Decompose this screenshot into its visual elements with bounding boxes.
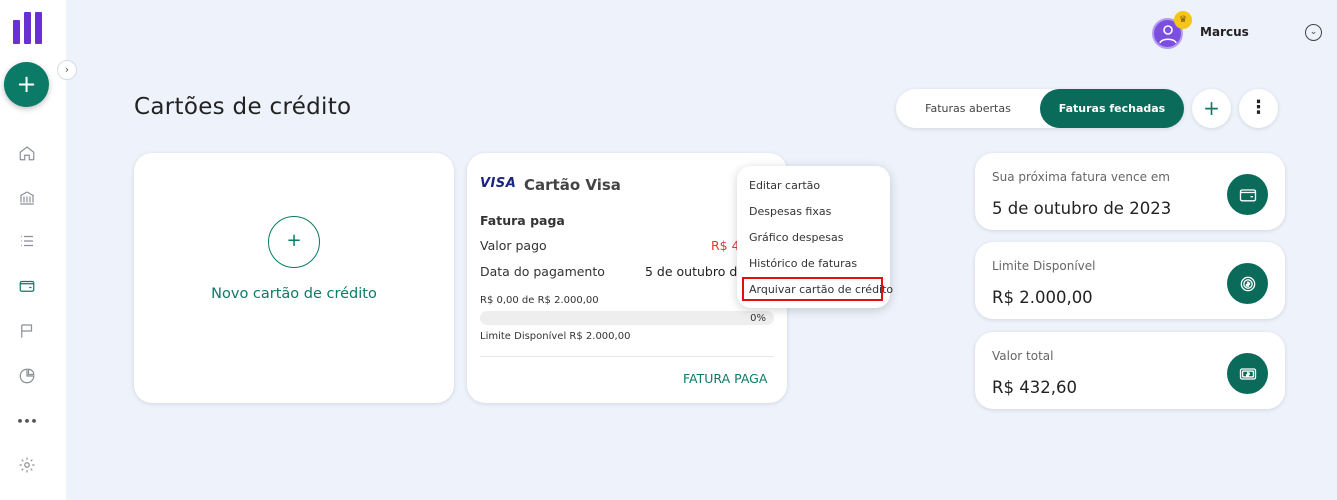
total-value-amount: R$ 432,60 [992, 378, 1077, 397]
available-limit-value: R$ 2.000,00 [992, 288, 1093, 307]
card-context-menu: Editar cartão Despesas fixas Gráfico des… [737, 166, 893, 308]
menu-item-invoice-history[interactable]: Histórico de faturas [749, 257, 857, 270]
bank-icon[interactable] [16, 187, 38, 209]
tab-closed-invoices[interactable]: Faturas fechadas [1040, 89, 1184, 128]
available-limit-text: Limite Disponível R$ 2.000,00 [480, 331, 631, 342]
home-icon[interactable] [16, 142, 38, 164]
user-name[interactable]: Marcus [1200, 25, 1249, 39]
app-logo[interactable] [13, 12, 43, 44]
invoice-status: Fatura paga [480, 213, 565, 228]
plus-icon[interactable]: + [268, 216, 320, 268]
new-card-label[interactable]: Novo cartão de crédito [134, 286, 454, 302]
sidebar-collapse-button[interactable]: › [57, 60, 77, 80]
next-invoice-date: 5 de outubro de 2023 [992, 199, 1172, 218]
more-icon[interactable]: ••• [16, 410, 38, 432]
cash-icon [1227, 353, 1268, 394]
wallet-icon [1227, 174, 1268, 215]
wallet-icon[interactable] [16, 275, 38, 297]
visa-logo: VISA [480, 176, 517, 191]
total-value-card: Valor total R$ 432,60 [975, 332, 1285, 409]
more-options-button[interactable]: ⋮ [1239, 89, 1278, 128]
divider [480, 356, 774, 357]
available-limit-card: Limite Disponível R$ 2.000,00 [975, 242, 1285, 319]
usage-percent: 0% [750, 313, 766, 324]
menu-item-expense-chart[interactable]: Gráfico despesas [749, 231, 843, 244]
card-name: Cartão Visa [524, 176, 621, 194]
tab-open-invoices[interactable]: Faturas abertas [896, 89, 1040, 128]
list-icon[interactable] [16, 230, 38, 252]
total-value-label: Valor total [992, 349, 1054, 363]
paid-amount-value: R$ 4 [711, 238, 740, 253]
payment-date-value: 5 de outubro de [645, 264, 745, 279]
paid-amount-label: Valor pago [480, 238, 547, 253]
new-card-tile[interactable]: + Novo cartão de crédito [134, 153, 454, 403]
pie-chart-icon[interactable] [16, 365, 38, 387]
crown-icon: ♛ [1174, 11, 1192, 29]
add-transaction-button[interactable]: + [4, 62, 49, 107]
usage-range: R$ 0,00 de R$ 2.000,00 [480, 295, 599, 306]
menu-item-edit-card[interactable]: Editar cartão [749, 179, 820, 192]
sidebar: + ••• [0, 0, 66, 500]
invoice-filter-toggle: Faturas abertas Faturas fechadas [896, 89, 1184, 128]
payment-date-label: Data do pagamento [480, 264, 605, 279]
gear-icon[interactable] [16, 454, 38, 476]
coin-icon [1227, 263, 1268, 304]
next-invoice-label: Sua próxima fatura vence em [992, 170, 1170, 184]
menu-item-archive-card[interactable]: Arquivar cartão de crédito [749, 283, 893, 296]
add-card-button[interactable]: + [1192, 89, 1231, 128]
menu-item-fixed-expenses[interactable]: Despesas fixas [749, 205, 831, 218]
next-invoice-card: Sua próxima fatura vence em 5 de outubro… [975, 153, 1285, 230]
flag-icon[interactable] [16, 320, 38, 342]
available-limit-label: Limite Disponível [992, 259, 1096, 273]
page-title: Cartões de crédito [134, 94, 352, 120]
invoice-paid-button[interactable]: FATURA PAGA [683, 371, 767, 386]
usage-progress-bar: 0% [480, 311, 774, 325]
chevron-down-icon[interactable]: ⌄ [1305, 24, 1322, 41]
